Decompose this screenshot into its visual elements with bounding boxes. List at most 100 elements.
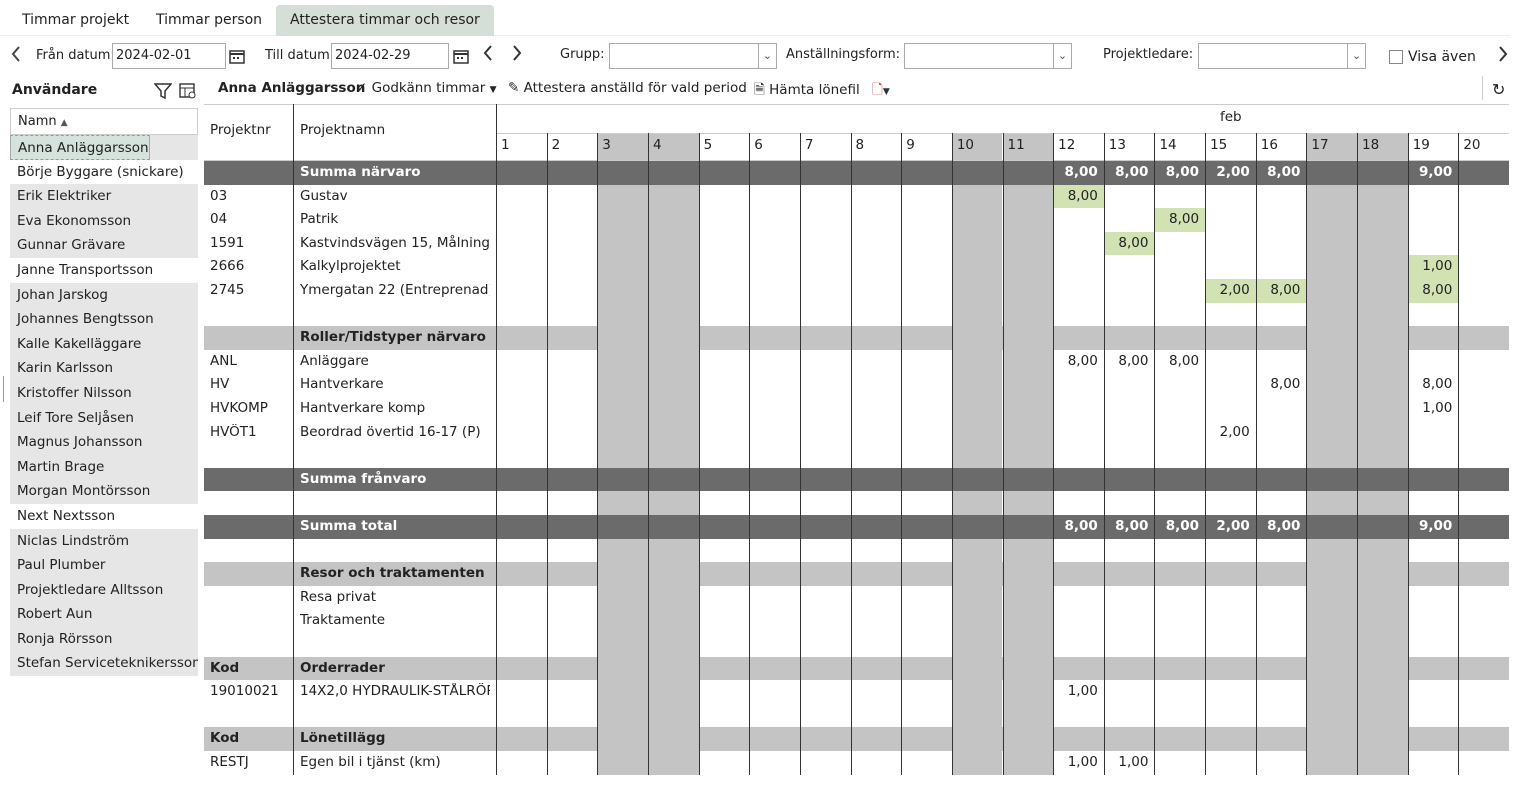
user-list-item[interactable]: Janne Transportsson (10, 257, 198, 283)
user-list-item[interactable]: Gunnar Grävare (10, 233, 198, 258)
show-also-checkbox[interactable] (1389, 50, 1403, 64)
day-header[interactable]: 17 (1311, 137, 1328, 153)
row-name[interactable]: Beordrad övertid 16-17 (P) (300, 424, 490, 440)
day-value-cell[interactable]: 1,00 (1053, 680, 1104, 704)
day-header[interactable]: 16 (1261, 137, 1278, 153)
attest-employee-button[interactable]: ✎ Attestera anställd för vald period (508, 80, 747, 96)
user-list-item[interactable]: Karin Karlsson (10, 356, 198, 381)
row-name[interactable]: Kalkylprojektet (300, 258, 490, 274)
day-value-cell[interactable]: 8,00 (1154, 515, 1205, 539)
day-value-cell[interactable]: 8,00 (1104, 515, 1155, 539)
user-list-item[interactable]: Niclas Lindström (10, 528, 198, 554)
day-value-cell[interactable]: 8,00 (1103, 231, 1155, 256)
row-name[interactable]: Anläggare (300, 353, 490, 369)
user-list-item[interactable]: Stefan Serviceteknikersson (10, 651, 198, 677)
from-date-input[interactable]: 2024-02-01 (112, 43, 226, 69)
day-value-cell[interactable]: 8,00 (1408, 373, 1459, 397)
day-value-cell[interactable]: 8,00 (1255, 279, 1307, 303)
fetch-payroll-button[interactable]: 🗎 Hämta lönefil (754, 80, 860, 103)
day-header[interactable]: 7 (805, 137, 814, 153)
row-name[interactable]: Traktamente (300, 612, 490, 628)
approve-hours-button[interactable]: ✓ Godkänn timmar ▼ (356, 80, 497, 96)
day-value-cell[interactable]: 1,00 (1407, 255, 1459, 279)
day-header[interactable]: 8 (856, 137, 865, 153)
day-value-cell[interactable]: 1,00 (1053, 751, 1104, 775)
filter-icon[interactable] (154, 83, 172, 99)
row-name[interactable]: 14X2,0 HYDRAULIK-STÅLRÖR... (300, 683, 490, 699)
refresh-icon[interactable]: ↻ (1492, 80, 1505, 99)
day-header[interactable]: 2 (552, 137, 561, 153)
day-value-cell[interactable]: 2,00 (1205, 279, 1256, 303)
user-list-item[interactable]: Johan Jarskog (10, 282, 198, 308)
day-value-cell[interactable]: 8,00 (1104, 161, 1155, 185)
day-header[interactable]: 11 (1008, 137, 1025, 153)
user-list-item[interactable]: Ronja Rörsson (10, 626, 198, 652)
day-value-cell[interactable]: 8,00 (1256, 515, 1307, 539)
panel-resize-handle[interactable] (0, 376, 4, 402)
row-name[interactable]: Hantverkare komp (300, 400, 490, 416)
day-header[interactable]: 19 (1413, 137, 1430, 153)
pdf-export-button[interactable]: 🗋▼ (872, 80, 890, 103)
day-header[interactable]: 15 (1210, 137, 1227, 153)
day-value-cell[interactable]: 2,00 (1205, 161, 1256, 185)
day-value-cell[interactable]: 1,00 (1104, 751, 1155, 775)
chevron-right-icon[interactable] (1497, 45, 1509, 63)
pm-select[interactable]: ⌄ (1198, 43, 1366, 69)
prev-period-icon[interactable] (482, 44, 494, 62)
name-column-header[interactable]: Namn ▲ (10, 108, 198, 135)
day-value-cell[interactable]: 8,00 (1053, 161, 1104, 185)
user-list-item[interactable]: Kalle Kakelläggare (10, 331, 198, 357)
day-value-cell[interactable]: 8,00 (1256, 161, 1307, 185)
to-date-input[interactable]: 2024-02-29 (331, 43, 449, 69)
row-name[interactable]: Ymergatan 22 (Entreprenad) (300, 282, 490, 298)
day-value-cell[interactable]: 1,00 (1408, 397, 1459, 421)
user-list-item[interactable]: Paul Plumber (10, 553, 198, 578)
chevron-left-icon[interactable] (10, 45, 22, 63)
day-header[interactable]: 18 (1362, 137, 1379, 153)
user-list-item[interactable]: Morgan Montörsson (10, 479, 198, 504)
day-value-cell[interactable]: 9,00 (1408, 161, 1459, 185)
tab-timmar-person[interactable]: Timmar person (142, 5, 276, 36)
user-list-item[interactable]: Erik Elektriker (10, 184, 198, 209)
employment-select[interactable]: ⌄ (904, 43, 1072, 69)
tab-timmar-projekt[interactable]: Timmar projekt (8, 5, 143, 36)
row-name[interactable]: Resa privat (300, 589, 490, 605)
day-header[interactable]: 20 (1463, 137, 1480, 153)
user-list-item[interactable]: Projektledare Alltsson (10, 577, 198, 603)
day-value-cell[interactable]: 8,00 (1407, 279, 1459, 303)
group-select[interactable]: ⌄ (609, 43, 777, 69)
day-header[interactable]: 13 (1109, 137, 1126, 153)
user-list-item[interactable]: Magnus Johansson (10, 430, 198, 455)
row-name[interactable]: Gustav (300, 188, 490, 204)
row-name[interactable]: Egen bil i tjänst (km) (300, 754, 490, 770)
day-header[interactable]: 14 (1159, 137, 1176, 153)
user-list-item[interactable]: Next Nextsson (10, 503, 198, 529)
day-value-cell[interactable]: 9,00 (1408, 515, 1459, 539)
day-header[interactable]: 1 (501, 137, 510, 153)
day-header[interactable]: 4 (653, 137, 662, 153)
day-value-cell[interactable]: 8,00 (1256, 373, 1307, 397)
day-value-cell[interactable]: 2,00 (1205, 515, 1256, 539)
day-value-cell[interactable]: 8,00 (1053, 184, 1104, 209)
user-list-item[interactable]: Johannes Bengtsson (10, 307, 198, 332)
day-value-cell[interactable]: 8,00 (1154, 161, 1205, 185)
day-header[interactable]: 9 (906, 137, 915, 153)
row-name[interactable]: Patrik (300, 211, 490, 227)
row-name[interactable]: Kastvindsvägen 15, Målning f... (300, 235, 490, 251)
day-value-cell[interactable]: 8,00 (1154, 208, 1206, 232)
projname-header[interactable]: Projektnamn (300, 122, 385, 138)
row-name[interactable]: Hantverkare (300, 376, 490, 392)
user-list-item[interactable]: Leif Tore Seljåsen (10, 405, 198, 431)
day-header[interactable]: 6 (754, 137, 763, 153)
user-list-item[interactable]: Eva Ekonomsson (10, 208, 198, 234)
day-value-cell[interactable]: 8,00 (1053, 350, 1104, 374)
next-period-icon[interactable] (511, 44, 523, 62)
user-list-item[interactable]: Börje Byggare (snickare) (10, 159, 198, 185)
calendar-icon[interactable] (229, 48, 245, 64)
day-header[interactable]: 10 (957, 137, 974, 153)
user-list-item[interactable]: Anna Anläggarsson (10, 135, 150, 160)
day-value-cell[interactable]: 2,00 (1205, 421, 1256, 445)
projnr-header[interactable]: Projektnr (210, 122, 271, 138)
day-value-cell[interactable]: 8,00 (1154, 350, 1205, 374)
day-header[interactable]: 3 (602, 137, 611, 153)
